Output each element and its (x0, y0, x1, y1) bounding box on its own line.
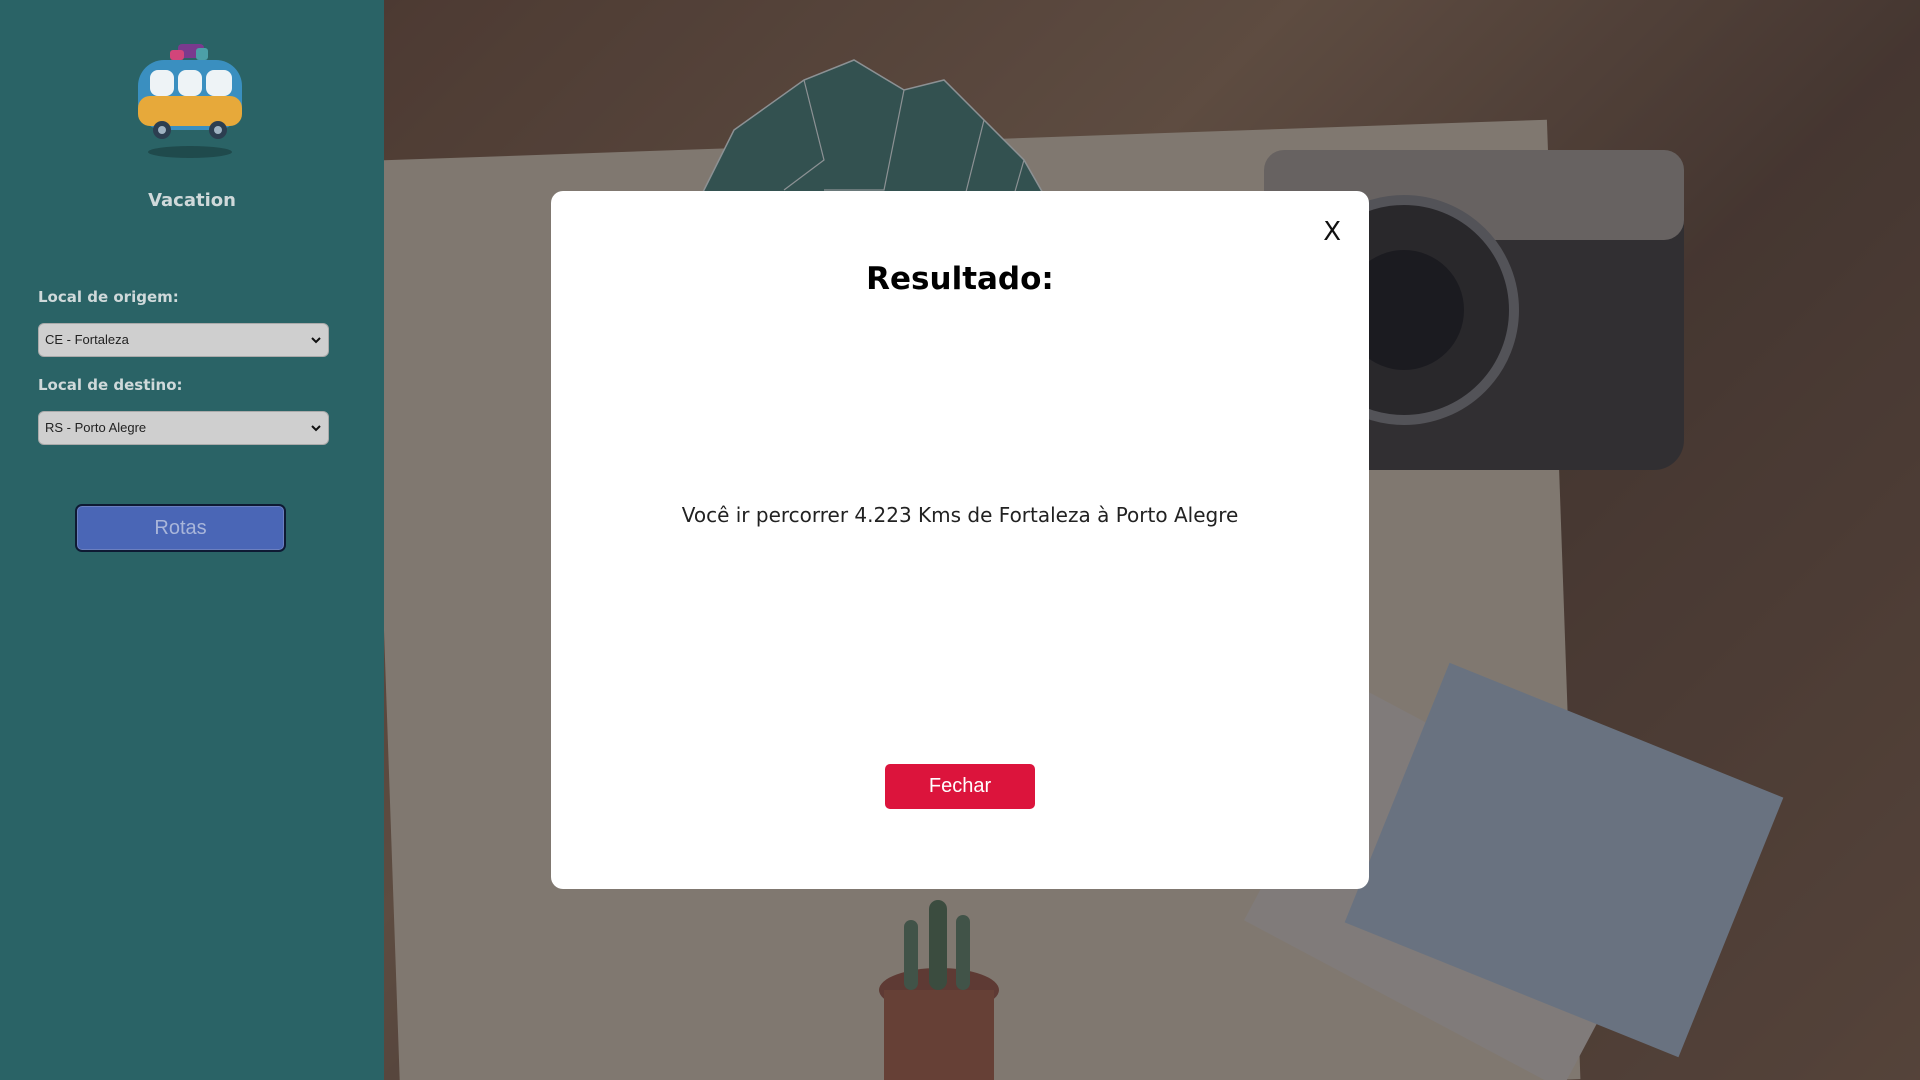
van-icon (138, 44, 242, 158)
modal-title: Resultado: (866, 261, 1054, 297)
origin-label: Local de origem: (38, 288, 179, 306)
destination-label: Local de destino: (38, 376, 183, 394)
result-message: Você ir percorrer 4.223 Kms de Fortaleza… (681, 503, 1239, 527)
origin-select-value: CE - Fortaleza (45, 332, 129, 347)
destination-select[interactable]: RS - Porto Alegre (38, 411, 329, 445)
close-button[interactable]: Fechar (885, 764, 1035, 809)
destination-select-value: RS - Porto Alegre (45, 420, 147, 435)
app-root: Vacation Local de origem: CE - Fortaleza… (0, 0, 1920, 1080)
chevron-down-icon (311, 425, 321, 432)
chevron-down-icon (311, 337, 321, 344)
result-modal: X Resultado: Você ir percorrer 4.223 Kms… (551, 191, 1369, 889)
routes-button[interactable]: Rotas (75, 504, 286, 552)
close-icon[interactable]: X (1323, 217, 1341, 247)
origin-select[interactable]: CE - Fortaleza (38, 323, 329, 357)
sidebar: Vacation Local de origem: CE - Fortaleza… (0, 0, 384, 1080)
app-title: Vacation (148, 190, 236, 211)
